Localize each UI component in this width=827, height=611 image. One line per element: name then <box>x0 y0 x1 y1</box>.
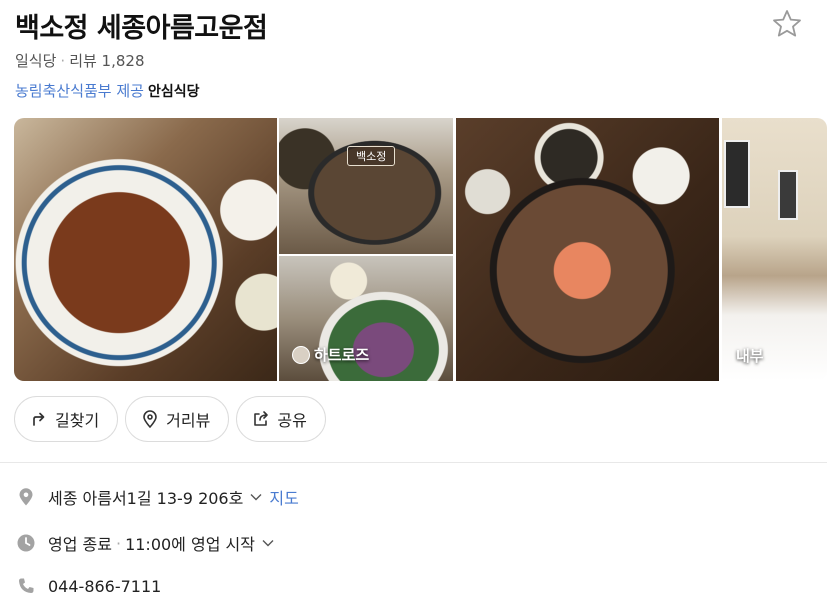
wall-frame <box>724 140 750 208</box>
streetview-label: 거리뷰 <box>166 411 211 430</box>
provider-label[interactable]: 농림축산식품부 제공 <box>15 82 144 100</box>
separator-dot: · <box>60 52 66 70</box>
share-button[interactable]: 공유 <box>236 396 326 442</box>
next-open-time: 11:00에 영업 시작 <box>125 535 255 554</box>
chevron-down-icon[interactable] <box>261 536 275 550</box>
photo-soba-top[interactable]: 백소정 <box>279 118 453 254</box>
clock-icon <box>17 534 35 552</box>
address-text[interactable]: 세종 아름서1길 13-9 206호 <box>48 485 243 509</box>
separator-dot: · <box>115 533 122 553</box>
directions-label: 길찾기 <box>55 411 100 430</box>
interior-label: 내부 <box>736 347 764 365</box>
map-link[interactable]: 지도 <box>269 485 298 509</box>
business-status: 영업 종료 <box>48 535 112 554</box>
photo-gallery[interactable]: 백소정 하트로즈 내부 <box>14 118 827 381</box>
star-icon[interactable] <box>771 8 803 40</box>
phone-number[interactable]: 044-866-7111 <box>48 577 161 596</box>
reviewer-name: 하트로즈 <box>314 346 370 364</box>
photo-main-dish[interactable] <box>14 118 277 381</box>
share-label: 공유 <box>277 411 307 430</box>
directions-button[interactable]: 길찾기 <box>14 396 119 442</box>
place-meta: 일식당 · 리뷰 1,828 <box>15 50 145 71</box>
category-text: 일식당 <box>15 52 57 70</box>
phone-row[interactable]: 044-866-7111 <box>16 576 161 596</box>
hours-row[interactable]: 영업 종료 · 11:00에 영업 시작 <box>16 531 275 555</box>
review-count[interactable]: 리뷰 1,828 <box>69 52 144 70</box>
review-photo-label: 하트로즈 <box>292 344 369 365</box>
directions-icon <box>33 412 45 426</box>
wall-frame <box>778 170 798 220</box>
share-icon <box>254 411 269 426</box>
action-buttons: 길찾기 거리뷰 공유 <box>14 396 326 442</box>
pin-icon <box>143 410 157 429</box>
avatar <box>292 345 310 364</box>
address-row: 세종 아름서1길 13-9 206호 지도 <box>16 485 299 509</box>
photo-interior[interactable] <box>722 118 827 381</box>
provider-line: 농림축산식품부 제공 안심식당 <box>15 80 200 101</box>
location-icon <box>19 488 33 506</box>
safe-restaurant-badge: 안심식당 <box>147 84 200 100</box>
chevron-down-icon[interactable] <box>249 490 263 504</box>
photo-salmon-soba[interactable] <box>456 118 719 381</box>
shop-sign: 백소정 <box>347 146 396 166</box>
streetview-button[interactable]: 거리뷰 <box>125 396 230 442</box>
place-title: 백소정 세종아름고운점 <box>15 13 268 44</box>
phone-icon <box>19 578 34 593</box>
section-divider <box>0 462 827 463</box>
